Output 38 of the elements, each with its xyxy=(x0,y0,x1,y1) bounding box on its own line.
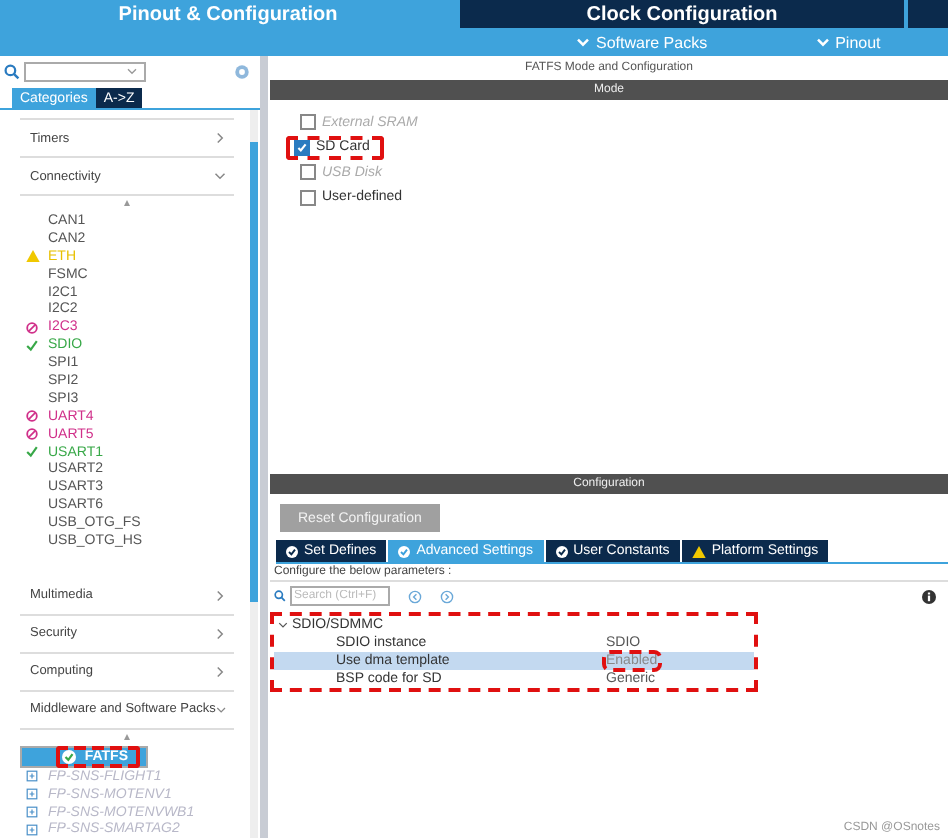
blocked-icon xyxy=(26,410,38,423)
check-icon xyxy=(62,749,77,764)
check-icon xyxy=(555,545,568,557)
top-tab[interactable]: Clock Configuration xyxy=(460,0,904,28)
settings-icon[interactable] xyxy=(234,64,250,80)
chevron-icon xyxy=(214,132,226,144)
chevron-icon xyxy=(214,665,226,678)
package-icon xyxy=(26,806,38,819)
search-icon xyxy=(274,590,286,602)
package-icon xyxy=(26,788,38,801)
blocked-icon xyxy=(26,321,38,334)
chevron-icon xyxy=(815,37,830,47)
chevron-icon xyxy=(576,37,590,47)
check-icon xyxy=(398,545,411,557)
chevron-icon xyxy=(214,170,226,182)
check-icon xyxy=(26,339,38,352)
chevron-icon xyxy=(214,589,226,602)
sort-icon[interactable] xyxy=(124,200,130,206)
sort-icon[interactable] xyxy=(124,733,130,740)
chevron-icon xyxy=(214,627,226,640)
tab-strip xyxy=(908,0,948,28)
chevron-icon xyxy=(278,620,288,630)
check-icon xyxy=(286,545,298,557)
package-icon xyxy=(26,770,38,783)
search-field[interactable] xyxy=(24,62,146,82)
warning-icon xyxy=(691,545,706,557)
chevron-icon xyxy=(215,703,226,716)
previous-icon[interactable] xyxy=(408,589,422,603)
package-icon xyxy=(26,823,38,836)
warning-icon xyxy=(26,250,40,263)
scrollbar-thumb[interactable] xyxy=(250,142,258,602)
blocked-icon xyxy=(26,428,38,441)
next-icon[interactable] xyxy=(440,589,454,603)
info-icon[interactable] xyxy=(922,589,936,603)
search-icon xyxy=(4,64,20,80)
check-icon xyxy=(296,141,308,154)
check-icon xyxy=(26,446,38,459)
dropdown-icon xyxy=(126,68,138,76)
